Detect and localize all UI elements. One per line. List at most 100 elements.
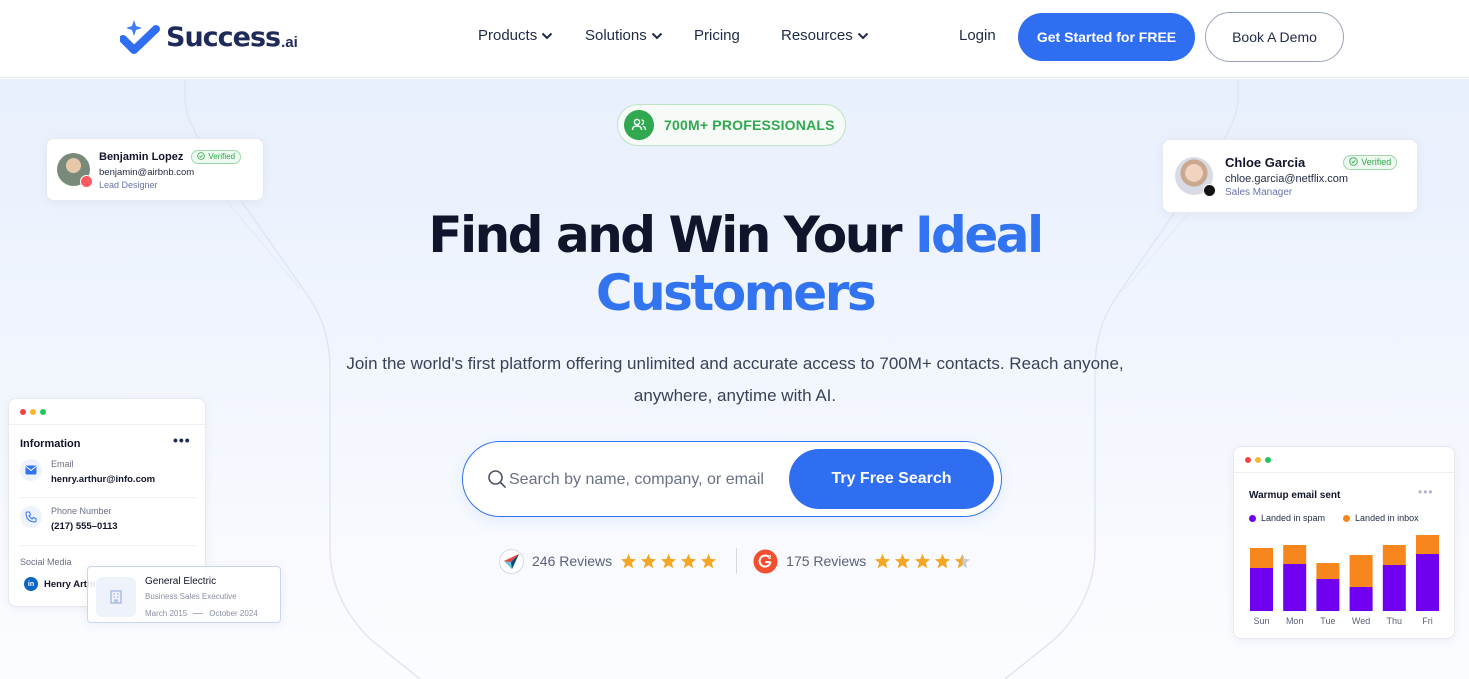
avatar <box>1175 157 1216 197</box>
company-name: General Electric <box>145 576 217 587</box>
chevron-down-icon <box>541 32 553 39</box>
nav-pricing[interactable]: Pricing <box>694 27 781 44</box>
headline-blue-1: Ideal <box>914 206 1044 264</box>
avatar <box>57 153 93 188</box>
star-icon <box>915 553 931 568</box>
star-half-icon <box>955 553 971 568</box>
nav-solutions-label: Solutions <box>585 27 647 44</box>
nav-products-label: Products <box>478 27 538 44</box>
hero-subtext: Join the world's first platform offering… <box>300 348 1170 412</box>
hero-headline: Find and Win Your Ideal Customers <box>340 206 1130 322</box>
rating-stars-g2 <box>874 553 974 570</box>
experience-card: General Electric Business Sales Executiv… <box>87 566 281 623</box>
star-icon <box>895 553 911 568</box>
legend-inbox: Landed in inbox <box>1343 513 1419 523</box>
star-icon <box>661 553 677 568</box>
top-nav: Success .ai Products Solutions Pricing R… <box>0 0 1469 78</box>
building-icon <box>96 577 136 617</box>
legend-spam-label: Landed in spam <box>1261 513 1326 523</box>
reviews-row: 246 Reviews 2 175 Reviews <box>499 548 974 574</box>
verified-label: Verified <box>1361 157 1392 167</box>
brand-suffix: .ai <box>281 33 298 51</box>
headline-blue-2: Customers <box>595 264 877 322</box>
profile-name: Chloe Garcia <box>1225 154 1306 170</box>
bar-spam-fri <box>1416 554 1439 611</box>
subtext-line-1: Join the world's first platform offering… <box>346 354 1124 373</box>
profile-email: chloe.garcia@netflix.com <box>1225 172 1349 185</box>
review-g2[interactable]: 2 175 Reviews <box>753 549 974 574</box>
legend-inbox-label: Landed in inbox <box>1355 513 1419 523</box>
nav-solutions[interactable]: Solutions <box>585 27 694 44</box>
x-tick-label: Tue <box>1320 616 1335 626</box>
profile-role: Lead Designer <box>99 179 158 190</box>
nav-links: Products Solutions Pricing Resources <box>478 27 869 44</box>
star-icon <box>621 553 637 568</box>
search-input[interactable] <box>509 464 789 496</box>
verified-badge: Verified <box>1343 154 1398 170</box>
info-title: Information <box>20 438 81 450</box>
bar-inbox-wed <box>1349 555 1373 587</box>
nav-resources[interactable]: Resources <box>781 27 869 44</box>
login-link[interactable]: Login <box>959 27 996 44</box>
book-demo-button[interactable]: Book A Demo <box>1205 12 1344 62</box>
chart-title: Warmup email sent <box>1249 490 1341 501</box>
star-icon <box>875 553 891 568</box>
profile-card-chloe: Chloe Garcia Verified chloe.garcia@netfl… <box>1162 139 1418 213</box>
more-options-icon[interactable]: ••• <box>173 432 191 448</box>
try-free-search-button[interactable]: Try Free Search <box>789 449 994 509</box>
legend-spam: Landed in spam <box>1249 513 1325 523</box>
x-tick-label: Thu <box>1387 616 1403 626</box>
profile-email: benjamin@airbnb.com <box>99 166 195 178</box>
rating-stars-capterra <box>620 553 720 570</box>
bar-inbox-fri <box>1416 535 1439 554</box>
date-dash <box>193 613 204 614</box>
g2-icon: 2 <box>753 549 778 573</box>
professionals-badge: 700M+ PROFESSIONALS <box>617 104 846 146</box>
linkedin-icon: in <box>24 577 38 591</box>
date-range: March 2015 October 2024 <box>145 609 258 618</box>
social-label: Social Media <box>20 557 72 567</box>
window-dots <box>20 409 46 415</box>
brand-name: Success <box>166 21 281 53</box>
logo-check-icon <box>120 20 160 54</box>
star-icon <box>935 553 951 568</box>
netflix-icon <box>1203 184 1216 197</box>
job-title: Business Sales Executive <box>145 592 237 601</box>
get-started-button[interactable]: Get Started for FREE <box>1018 13 1195 61</box>
capterra-icon <box>499 548 524 574</box>
search-bar: Try Free Search <box>462 441 1002 517</box>
email-label: Email <box>51 459 74 469</box>
brand-logo[interactable]: Success .ai <box>120 17 298 57</box>
bar-inbox-thu <box>1382 545 1406 565</box>
profile-role: Sales Manager <box>1225 186 1293 198</box>
x-tick-label: Fri <box>1422 616 1433 626</box>
headline-dark: Find and Win Your <box>428 206 902 264</box>
more-options-icon[interactable]: ••• <box>1418 485 1434 499</box>
warmup-bar-chart: Sun Mon Tue Wed Thu Fri <box>1250 535 1439 626</box>
nav-products[interactable]: Products <box>478 27 585 44</box>
subtext-line-2: anywhere, anytime with AI. <box>633 386 837 405</box>
verified-badge: Verified <box>191 149 242 164</box>
chart-legend: Landed in spam Landed in inbox <box>1249 513 1437 523</box>
phone-value: (217) 555–0113 <box>51 521 118 532</box>
users-icon <box>624 110 654 140</box>
review-capterra[interactable]: 246 Reviews <box>499 548 720 574</box>
star-icon <box>641 553 657 568</box>
svg-text:2: 2 <box>768 555 772 561</box>
mail-icon <box>20 459 42 481</box>
end-date: October 2024 <box>209 609 258 618</box>
phone-label: Phone Number <box>51 506 112 516</box>
bar-spam-thu <box>1382 565 1406 611</box>
profile-name: Benjamin Lopez <box>99 150 184 163</box>
search-icon <box>488 470 506 488</box>
bar-spam-tue <box>1316 579 1340 611</box>
x-tick-label: Sun <box>1253 616 1269 626</box>
nav-resources-label: Resources <box>781 27 853 44</box>
chevron-down-icon <box>651 32 662 39</box>
nav-pricing-label: Pricing <box>694 27 740 44</box>
badge-text: 700M+ PROFESSIONALS <box>664 117 835 133</box>
bar-inbox-mon <box>1283 545 1307 564</box>
bar-spam-mon <box>1283 564 1307 611</box>
start-date: March 2015 <box>145 609 188 618</box>
check-circle-icon <box>1349 156 1358 168</box>
